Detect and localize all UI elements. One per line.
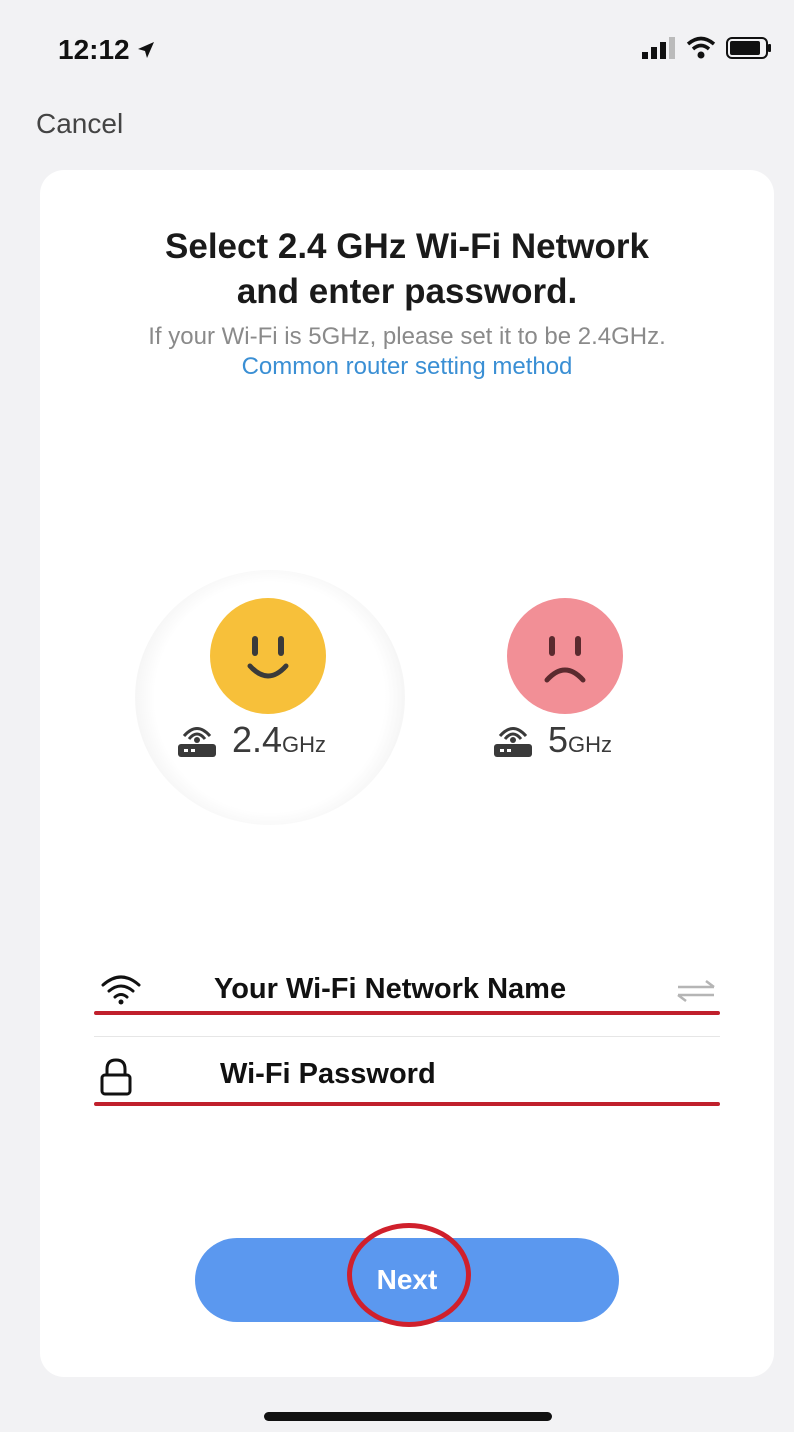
band-unit: GHz [282, 732, 327, 757]
wifi-password-value[interactable]: Wi-Fi Password [220, 1058, 436, 1091]
wifi-icon [101, 975, 141, 1005]
wifi-name-value[interactable]: Your Wi-Fi Network Name [214, 973, 566, 1006]
swap-arrows-icon[interactable] [676, 979, 716, 1003]
band-5ghz: 5 GHz [492, 718, 612, 761]
happy-face-icon [210, 598, 326, 714]
sad-face-icon [507, 598, 623, 714]
band-unit: GHz [568, 732, 613, 757]
wifi-password-field[interactable]: Wi-Fi Password [94, 1040, 720, 1110]
title-line-2: and enter password. [236, 272, 578, 311]
subtitle: If your Wi-Fi is 5GHz, please set it to … [40, 322, 774, 382]
band-value: 2.4 [232, 719, 283, 760]
time-label: 12:12 [58, 34, 130, 65]
cellular-signal-icon [642, 37, 675, 59]
annotation-underline [94, 1011, 720, 1015]
router-icon [178, 727, 216, 757]
battery-icon [726, 37, 771, 59]
subtitle-text: If your Wi-Fi is 5GHz, please set it to … [148, 323, 666, 350]
field-divider [94, 1036, 720, 1037]
wifi-icon [686, 36, 716, 59]
annotation-circle [347, 1223, 471, 1327]
location-arrow-icon [137, 42, 154, 58]
status-bar: 12:12 [0, 0, 794, 90]
lock-icon [100, 1058, 132, 1096]
cancel-button[interactable]: Cancel [36, 108, 123, 140]
band-2-4ghz: 2.4 GHz [176, 718, 326, 761]
annotation-underline [94, 1102, 720, 1106]
status-time: 12:12 [58, 34, 156, 66]
router-icon [494, 727, 532, 757]
title-line-1: Select 2.4 GHz Wi-Fi Network [165, 227, 649, 266]
home-indicator[interactable] [264, 1412, 552, 1421]
band-value: 5 [548, 719, 569, 760]
router-setting-link[interactable]: Common router setting method [242, 353, 573, 380]
status-icons [642, 36, 772, 60]
wifi-setup-card: Select 2.4 GHz Wi-Fi Network and enter p… [40, 170, 774, 1377]
page-title: Select 2.4 GHz Wi-Fi Network and enter p… [40, 224, 774, 314]
